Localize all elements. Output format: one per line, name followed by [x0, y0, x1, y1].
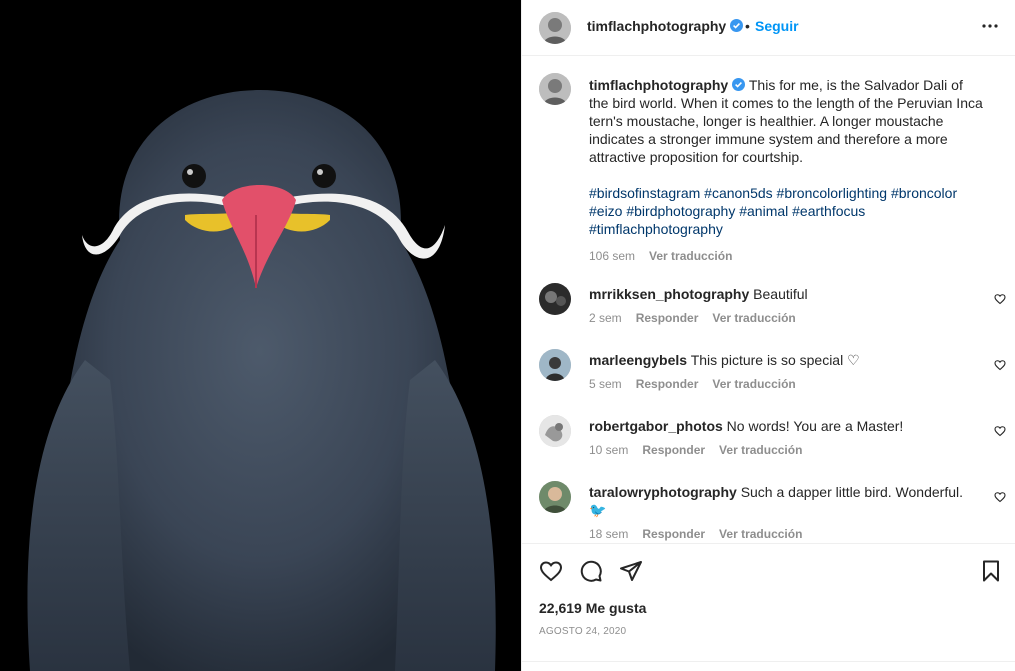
- comment-like-heart-icon[interactable]: [994, 293, 1006, 305]
- likes-count[interactable]: 22,619 Me gusta: [539, 600, 646, 616]
- comment-avatar[interactable]: [539, 415, 571, 447]
- post-date[interactable]: AGOSTO 24, 2020: [539, 626, 626, 637]
- verified-badge-icon: [732, 78, 746, 91]
- share-icon[interactable]: [619, 559, 643, 583]
- comment-text: No words! You are a Master!: [726, 418, 904, 434]
- caption-username[interactable]: timflachphotography: [589, 77, 728, 93]
- bookmark-icon[interactable]: [979, 559, 1003, 583]
- comment-meta: 5 sem Responder Ver traducción: [589, 375, 984, 393]
- add-comment-divider: [522, 661, 1015, 671]
- comment-time[interactable]: 5 sem: [589, 377, 622, 391]
- caption-time[interactable]: 106 sem: [589, 249, 635, 263]
- more-options-icon[interactable]: [978, 14, 1002, 38]
- comment-meta: 10 sem Responder Ver traducción: [589, 441, 984, 459]
- translate-button[interactable]: Ver traducción: [719, 527, 802, 541]
- comment-time[interactable]: 2 sem: [589, 311, 622, 325]
- comment-like-heart-icon[interactable]: [994, 425, 1006, 437]
- comment-meta: 2 sem Responder Ver traducción: [589, 309, 984, 327]
- comment-text: This picture is so special ♡: [690, 352, 860, 368]
- author-username[interactable]: timflachphotography: [587, 18, 744, 34]
- heart-icon[interactable]: [539, 559, 563, 583]
- comment-username[interactable]: mrrikksen_photography: [589, 286, 749, 302]
- comment-body: taralowryphotography Such a dapper littl…: [589, 483, 984, 543]
- comment-body: robertgabor_photos No words! You are a M…: [589, 417, 984, 459]
- comment-username[interactable]: taralowryphotography: [589, 484, 737, 500]
- comment-text: Beautiful: [753, 286, 808, 302]
- comment-avatar[interactable]: [539, 283, 571, 315]
- reply-button[interactable]: Responder: [642, 527, 705, 541]
- comment-avatar[interactable]: [539, 481, 571, 513]
- separator-dot: •: [745, 18, 750, 34]
- comment-username[interactable]: robertgabor_photos: [589, 418, 723, 434]
- caption-avatar[interactable]: [539, 73, 571, 105]
- comments-list[interactable]: timflachphotography This for me, is the …: [522, 57, 1015, 543]
- author-username-text[interactable]: timflachphotography: [587, 18, 726, 34]
- comment-time[interactable]: 10 sem: [589, 443, 628, 457]
- comment-body: mrrikksen_photography Beautiful 2 sem Res…: [589, 285, 984, 327]
- reply-button[interactable]: Responder: [636, 311, 699, 325]
- post-photo[interactable]: [0, 0, 521, 671]
- reply-button[interactable]: Responder: [642, 443, 705, 457]
- comment-avatar[interactable]: [539, 349, 571, 381]
- comment-like-heart-icon[interactable]: [994, 359, 1006, 371]
- translate-button[interactable]: Ver traducción: [712, 377, 795, 391]
- inca-tern-photo: [0, 0, 521, 671]
- translate-button[interactable]: Ver traducción: [712, 311, 795, 325]
- comment-like-heart-icon[interactable]: [994, 491, 1006, 503]
- comment-username[interactable]: marleengybels: [589, 352, 687, 368]
- caption-translate-button[interactable]: Ver traducción: [649, 249, 732, 263]
- post-details-panel: timflachphotography • Seguir timflachpho…: [521, 0, 1015, 671]
- reply-button[interactable]: Responder: [636, 377, 699, 391]
- translate-button[interactable]: Ver traducción: [719, 443, 802, 457]
- post-actions-bar: 22,619 Me gusta AGOSTO 24, 2020: [522, 543, 1015, 671]
- follow-button[interactable]: Seguir: [755, 18, 799, 34]
- comment-time[interactable]: 18 sem: [589, 527, 628, 541]
- post-header: timflachphotography • Seguir: [522, 0, 1015, 56]
- caption-hashtags[interactable]: #birdsofinstagram #canon5ds #broncolorli…: [589, 184, 984, 238]
- caption-text-block: timflachphotography This for me, is the …: [589, 76, 984, 166]
- verified-badge-icon: [730, 19, 744, 32]
- comment-meta: 18 sem Responder Ver traducción: [589, 525, 984, 543]
- caption-body: timflachphotography This for me, is the …: [589, 76, 984, 265]
- comment-icon[interactable]: [579, 559, 603, 583]
- caption-meta: 106 sem Ver traducción: [589, 247, 984, 265]
- author-avatar[interactable]: [539, 12, 571, 44]
- comment-body: marleengybels This picture is so special…: [589, 351, 984, 393]
